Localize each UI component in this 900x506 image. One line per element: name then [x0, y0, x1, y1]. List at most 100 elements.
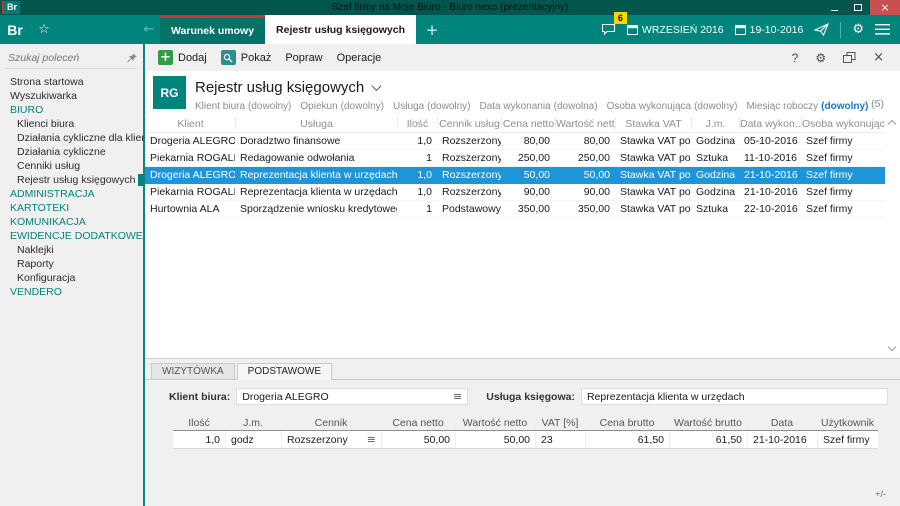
- edit-button[interactable]: Popraw: [278, 47, 329, 69]
- notifications-button[interactable]: 6: [601, 23, 616, 36]
- column-header[interactable]: J.m.: [691, 118, 739, 130]
- cell-jm: Sztuka: [691, 203, 739, 215]
- cell-wartosc-netto: 250,00: [555, 152, 615, 164]
- app-logo[interactable]: Br: [0, 15, 30, 44]
- filter[interactable]: Klient biura (dowolny): [195, 101, 291, 112]
- add-button[interactable]: + Dodaj: [151, 47, 214, 69]
- close-view-button[interactable]: ×: [873, 50, 884, 65]
- scroll-up-button[interactable]: [889, 121, 895, 127]
- filter[interactable]: Usługa (dowolny): [393, 101, 471, 112]
- sidebar-item-label: EWIDENCJE DODATKOWE: [10, 230, 143, 242]
- magnifier-icon: [221, 50, 236, 65]
- tab-rejestr-uslug-ksiegowych[interactable]: Rejestr usług księgowych: [265, 15, 416, 44]
- sidebar-item[interactable]: Raporty: [0, 257, 143, 271]
- dropdown-menu-icon[interactable]: ≡: [367, 434, 376, 445]
- column-header[interactable]: Cennik usług: [437, 118, 501, 130]
- sidebar-item-label: Rejestr usług księgowych: [17, 174, 135, 186]
- column-header[interactable]: Cena netto: [501, 118, 555, 130]
- sidebar-item[interactable]: Działania cykliczne dla klienta: [0, 131, 143, 145]
- table-row[interactable]: Drogeria ALEGRO Doradztwo finansowe 1,0 …: [145, 133, 885, 150]
- menu-button[interactable]: [875, 24, 890, 35]
- sidebar-item[interactable]: KOMUNIKACJA: [0, 215, 143, 229]
- back-icon[interactable]: ←: [138, 15, 160, 44]
- column-header[interactable]: Data wykon...: [739, 118, 801, 130]
- search-input[interactable]: [6, 51, 118, 65]
- filter[interactable]: Osoba wykonująca (dowolny): [607, 101, 738, 112]
- sidebar-item-label: Raporty: [17, 258, 54, 270]
- cascade-windows-button[interactable]: [843, 52, 856, 64]
- cell-data-wykonania: 11-10-2016: [739, 152, 801, 164]
- cell-data-wykonania: 21-10-2016: [739, 169, 801, 181]
- cell-wartosc-netto: 50,00: [555, 169, 615, 181]
- sidebar-item[interactable]: ADMINISTRACJA: [0, 187, 143, 201]
- send-button[interactable]: [814, 23, 829, 36]
- column-header[interactable]: Stawka VAT: [615, 118, 691, 130]
- detail-tab[interactable]: PODSTAWOWE: [237, 363, 332, 380]
- filter-name: Osoba wykonująca: [607, 101, 692, 112]
- cell-ilosc: 1,0: [397, 135, 437, 147]
- minimize-button[interactable]: [822, 0, 846, 15]
- scroll-down-button[interactable]: [889, 344, 895, 350]
- filter[interactable]: Opiekun (dowolny): [300, 101, 384, 112]
- service-field[interactable]: Reprezentacja klienta w urzędach: [581, 388, 888, 405]
- client-field[interactable]: Drogeria ALEGRO ≡: [236, 388, 468, 405]
- chat-bubble-icon: [601, 23, 616, 36]
- sidebar-item[interactable]: KARTOTEKI: [0, 201, 143, 215]
- cell-klient: Drogeria ALEGRO: [145, 169, 235, 181]
- favorites-star-icon[interactable]: ☆: [30, 15, 58, 44]
- column-header[interactable]: Ilość: [397, 118, 437, 130]
- filter[interactable]: Miesiąc roboczy (dowolny): [746, 101, 868, 112]
- sidebar-item[interactable]: Strona startowa: [0, 75, 143, 89]
- operations-button[interactable]: Operacje: [330, 47, 389, 69]
- filter-name: Data wykonania: [480, 101, 551, 112]
- work-month-label: WRZESIEŃ 2016: [642, 24, 724, 36]
- window-controls: ×: [822, 0, 900, 15]
- detail-grid-row[interactable]: 1,0 godz Rozszerzony ≡ 50,00 50,00 23 61…: [173, 431, 878, 449]
- sidebar-item[interactable]: Działania cykliczne: [0, 145, 143, 159]
- detail-tab[interactable]: WIZYTÓWKA: [151, 363, 235, 379]
- detail-column-header: Cena netto: [381, 417, 455, 429]
- maximize-icon: [854, 4, 862, 11]
- maximize-button[interactable]: [846, 0, 870, 15]
- close-button[interactable]: ×: [870, 0, 900, 15]
- detail-panel: WIZYTÓWKAPODSTAWOWE Klient biura: Droger…: [145, 358, 900, 506]
- show-button[interactable]: Pokaż: [214, 47, 279, 69]
- work-month-picker[interactable]: WRZESIEŃ 2016: [627, 24, 724, 36]
- cell-cena-netto: 50,00: [501, 169, 555, 181]
- chevron-down-icon[interactable]: [372, 81, 382, 91]
- sidebar-item[interactable]: VENDERO: [0, 285, 143, 299]
- settings-gear-icon[interactable]: ⚙: [852, 23, 864, 36]
- field-menu-icon[interactable]: ≡: [453, 391, 462, 402]
- window-title: Szef firmy na Moje Biuro - Biuro nexo (p…: [0, 2, 900, 13]
- sidebar-item[interactable]: Naklejki: [0, 243, 143, 257]
- tab-warunek-umowy[interactable]: Warunek umowy: [160, 15, 265, 44]
- view-settings-gear-icon[interactable]: ⚙: [815, 51, 826, 65]
- sidebar-menu: Strona startowa Wyszukiwarka BIURO Klien…: [0, 72, 143, 299]
- table-row[interactable]: Hurtownia ALA Sporządzenie wniosku kredy…: [145, 201, 885, 218]
- pin-icon[interactable]: [127, 53, 137, 63]
- sidebar-item[interactable]: Wyszukiwarka: [0, 89, 143, 103]
- filter[interactable]: Data wykonania (dowolna): [480, 101, 598, 112]
- cell-cennik[interactable]: Rozszerzony ≡: [281, 431, 381, 448]
- column-header[interactable]: Klient: [145, 118, 235, 130]
- current-date-picker[interactable]: 19-10-2016: [735, 24, 804, 36]
- command-search[interactable]: [6, 48, 137, 69]
- sidebar-item[interactable]: EWIDENCJE DODATKOWE: [0, 229, 143, 243]
- detail-column-header: Wartość netto: [455, 417, 535, 429]
- cell-usluga: Sporządzenie wniosku kredytowego: [235, 203, 397, 215]
- detail-column-header: Cennik: [281, 417, 381, 429]
- cell-ilosc: 1: [397, 152, 437, 164]
- table-row[interactable]: Piekarnia ROGALIK Redagowanie odwołania …: [145, 150, 885, 167]
- new-tab-button[interactable]: +: [416, 15, 448, 44]
- sidebar-item[interactable]: BIURO: [0, 103, 143, 117]
- sidebar-item[interactable]: Rejestr usług księgowych: [0, 173, 143, 187]
- table-row[interactable]: Drogeria ALEGRO Reprezentacja klienta w …: [145, 167, 885, 184]
- column-header[interactable]: Osoba wykonująca: [801, 118, 885, 130]
- sidebar-item[interactable]: Cenniki usług: [0, 159, 143, 173]
- sidebar-item[interactable]: Klienci biura: [0, 117, 143, 131]
- table-row[interactable]: Piekarnia ROGALIK Reprezentacja klienta …: [145, 184, 885, 201]
- column-header[interactable]: Usługa: [235, 118, 397, 130]
- sidebar-item[interactable]: Konfiguracja: [0, 271, 143, 285]
- column-header[interactable]: Wartość netto: [555, 118, 615, 130]
- help-button[interactable]: ?: [792, 51, 799, 65]
